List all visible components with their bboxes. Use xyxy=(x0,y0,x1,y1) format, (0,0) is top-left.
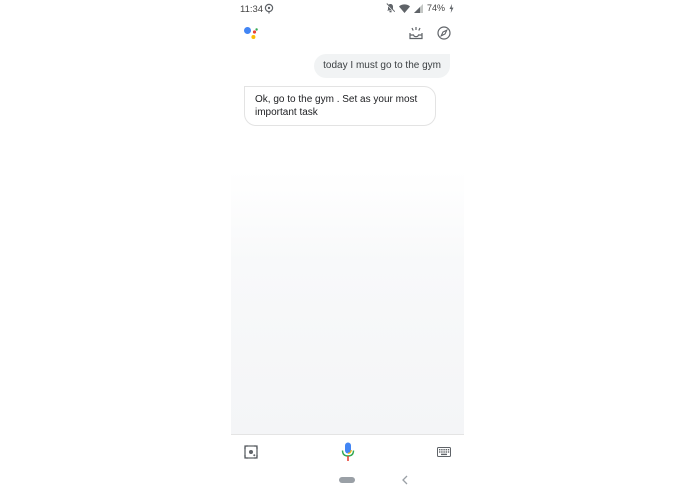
status-bar: 11:34 74% xyxy=(231,0,464,18)
charging-icon xyxy=(449,3,454,13)
user-message-bubble: today I must go to the gym xyxy=(314,54,450,78)
assistant-toolbar xyxy=(231,22,464,46)
assistant-response-bubble: Ok, go to the gym . Set as your most imp… xyxy=(244,86,436,126)
system-nav-bar xyxy=(231,467,464,494)
lens-icon[interactable] xyxy=(244,445,258,459)
battery-percent: 74% xyxy=(426,3,445,13)
assistant-logo-icon xyxy=(244,27,258,39)
mic-icon[interactable] xyxy=(341,442,355,462)
updates-tray-icon[interactable] xyxy=(409,26,423,40)
back-chevron-icon[interactable] xyxy=(401,475,409,485)
compass-icon[interactable] xyxy=(437,26,451,40)
location-shield-icon xyxy=(264,3,274,14)
signal-icon xyxy=(413,3,423,13)
status-indicators: 74% xyxy=(385,3,454,13)
wifi-icon xyxy=(398,3,410,13)
input-bar xyxy=(231,434,464,468)
home-pill-button[interactable] xyxy=(339,477,355,483)
status-time: 11:34 xyxy=(240,4,264,15)
keyboard-icon[interactable] xyxy=(437,447,451,457)
suggestions-area xyxy=(231,170,464,435)
notifications-off-icon xyxy=(385,3,395,13)
assistant-screen: 11:34 74% today I must go to the gym Ok,… xyxy=(231,0,464,494)
